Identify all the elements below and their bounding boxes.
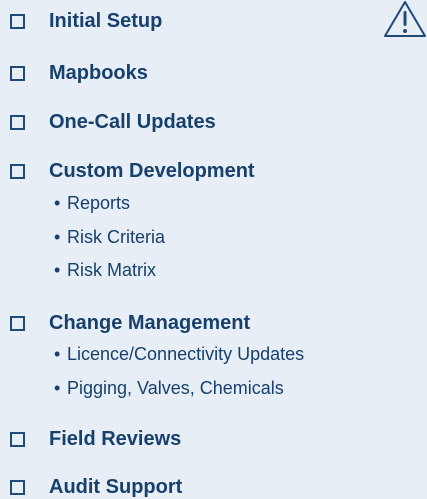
sub-item-label: Pigging, Valves, Chemicals bbox=[67, 378, 284, 398]
checkbox-icon[interactable] bbox=[10, 432, 25, 447]
bullet: • bbox=[54, 193, 61, 213]
bullet: • bbox=[54, 344, 61, 364]
checkbox-icon[interactable] bbox=[10, 316, 25, 331]
checkbox-icon[interactable] bbox=[10, 66, 25, 81]
warning-icon bbox=[384, 1, 426, 37]
item-label: One-Call Updates bbox=[49, 111, 216, 133]
item-label: Mapbooks bbox=[49, 62, 148, 84]
item-label: Custom Development bbox=[49, 160, 255, 182]
sub-item: • Risk Criteria bbox=[54, 226, 165, 248]
sub-item-label: Risk Matrix bbox=[67, 260, 156, 280]
sub-item-label: Licence/Connectivity Updates bbox=[67, 344, 305, 364]
item-label: Change Management bbox=[49, 312, 251, 334]
checkbox-icon[interactable] bbox=[10, 115, 25, 130]
bullet: • bbox=[54, 260, 61, 280]
bullet: • bbox=[54, 227, 61, 247]
checkbox-icon[interactable] bbox=[10, 164, 25, 179]
sub-item-label: Reports bbox=[67, 193, 131, 213]
sub-item: • Reports bbox=[54, 192, 130, 214]
item-label: Audit Support bbox=[49, 476, 183, 498]
sub-item: • Risk Matrix bbox=[54, 259, 156, 281]
item-label: Initial Setup bbox=[49, 10, 163, 32]
checkbox-icon[interactable] bbox=[10, 14, 25, 29]
sub-item: • Licence/Connectivity Updates bbox=[54, 343, 304, 365]
item-label: Field Reviews bbox=[49, 428, 182, 450]
sub-item: • Pigging, Valves, Chemicals bbox=[54, 377, 284, 399]
bullet: • bbox=[54, 378, 61, 398]
checkbox-icon[interactable] bbox=[10, 480, 25, 495]
sub-item-label: Risk Criteria bbox=[67, 227, 166, 247]
